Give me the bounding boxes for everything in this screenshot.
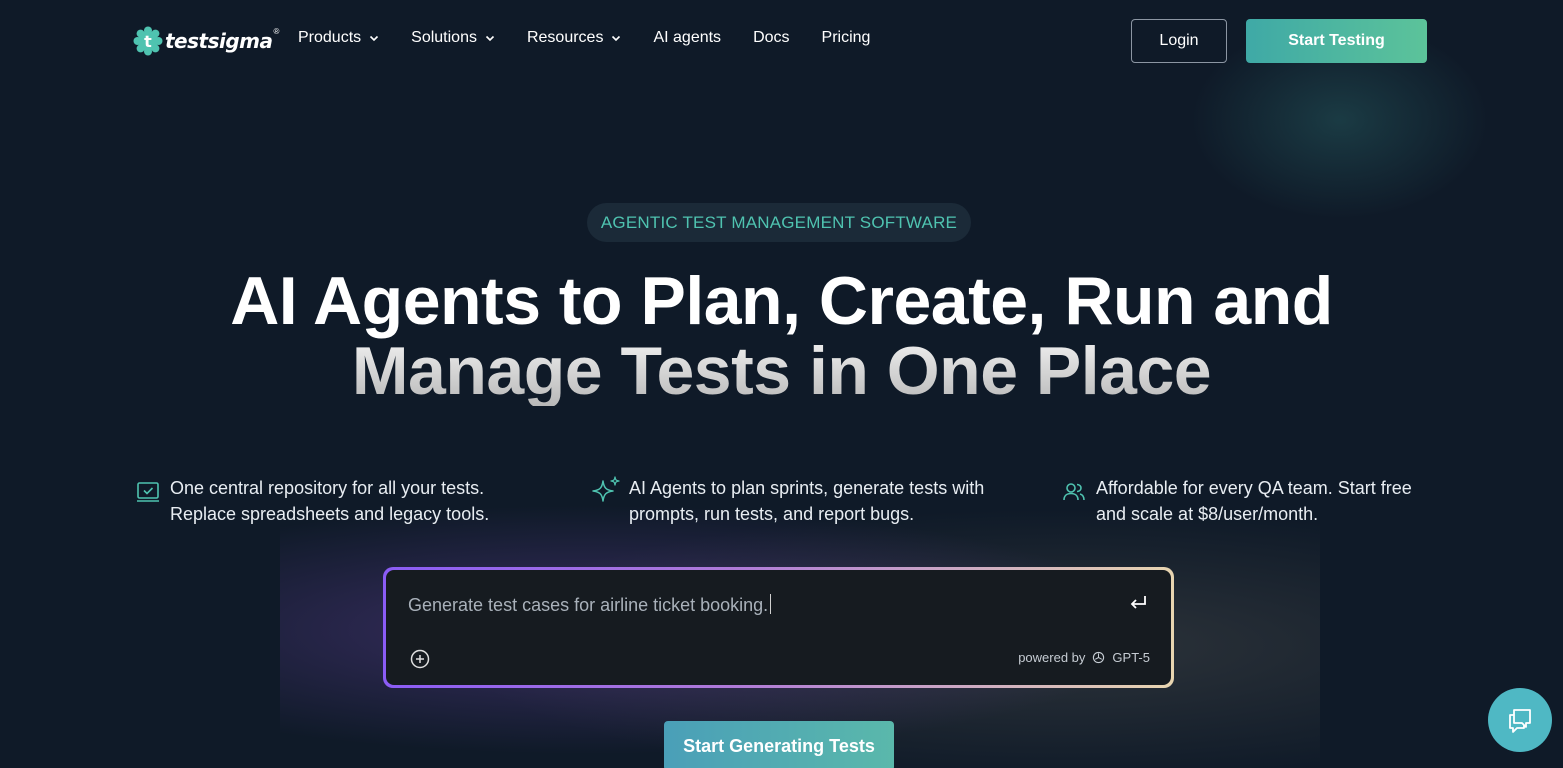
- nav-item-label: AI agents: [653, 29, 722, 46]
- feature-text-line: AI Agents to plan sprints, generate test…: [629, 478, 985, 498]
- top-navigation: t testsigma ® Products Solutions Resourc…: [0, 0, 1563, 82]
- powered-by-label: powered by: [1018, 650, 1086, 665]
- text-caret: [770, 594, 772, 614]
- nav-item-ai-agents[interactable]: AI agents: [653, 29, 721, 47]
- main-menu: Products Solutions Resources AI agents D…: [298, 29, 870, 47]
- powered-by: powered by GPT-5: [1018, 650, 1150, 665]
- feature-repository: One central repository for all your test…: [135, 475, 555, 527]
- openai-icon: [1093, 651, 1105, 664]
- model-name: GPT-5: [1112, 650, 1150, 665]
- chat-launcher-button[interactable]: [1488, 688, 1552, 752]
- users-icon: [1063, 483, 1085, 501]
- brand-logo[interactable]: t testsigma ®: [133, 25, 279, 57]
- nav-item-pricing[interactable]: Pricing: [822, 29, 871, 47]
- chat-icon: [1509, 709, 1531, 733]
- login-button[interactable]: Login: [1131, 19, 1227, 63]
- svg-text:t: t: [144, 32, 152, 51]
- nav-item-label: Solutions: [411, 29, 477, 46]
- enter-icon[interactable]: [1127, 592, 1149, 614]
- prompt-input-value: Generate test cases for airline ticket b…: [408, 595, 769, 615]
- feature-text-line: prompts, run tests, and report bugs.: [629, 504, 915, 524]
- testsigma-logo-icon: t: [133, 26, 163, 56]
- chevron-down-icon: [370, 35, 379, 42]
- checked-monitor-icon: [137, 482, 159, 502]
- feature-text-line: Affordable for every QA team. Start free: [1096, 478, 1412, 498]
- feature-text-line: and scale at $8/user/month.: [1096, 504, 1319, 524]
- start-generating-tests-button[interactable]: Start Generating Tests: [664, 721, 894, 768]
- feature-text-line: Replace spreadsheets and legacy tools.: [170, 504, 490, 524]
- add-attachment-icon[interactable]: [409, 648, 431, 670]
- start-testing-button[interactable]: Start Testing: [1246, 19, 1427, 63]
- sparkle-icon: [592, 476, 620, 502]
- nav-item-solutions[interactable]: Solutions: [411, 29, 495, 47]
- feature-affordable: Affordable for every QA team. Start free…: [1061, 475, 1461, 527]
- brand-name: testsigma: [165, 29, 273, 53]
- nav-item-resources[interactable]: Resources: [527, 29, 621, 47]
- nav-item-label: Resources: [526, 29, 604, 46]
- headline-line-2: Manage Tests in One Place: [0, 336, 1563, 406]
- feature-text-line: One central repository for all your test…: [170, 478, 485, 498]
- chevron-down-icon: [485, 35, 495, 42]
- prompt-input-area[interactable]: Generate test cases for airline ticket b…: [386, 570, 1171, 685]
- nav-item-products[interactable]: Products: [298, 29, 379, 47]
- headline-line-1: AI Agents to Plan, Create, Run and: [230, 263, 1333, 339]
- hero-badge: AGENTIC TEST MANAGEMENT SOFTWARE: [587, 203, 971, 242]
- hero-headline: AI Agents to Plan, Create, Run and Manag…: [0, 266, 1563, 406]
- nav-item-docs[interactable]: Docs: [753, 29, 789, 47]
- prompt-input[interactable]: Generate test cases for airline ticket b…: [408, 594, 772, 616]
- nav-item-label: Pricing: [821, 29, 871, 46]
- feature-ai-agents: AI Agents to plan sprints, generate test…: [590, 475, 1030, 527]
- nav-item-label: Products: [298, 29, 362, 46]
- nav-item-label: Docs: [753, 29, 790, 46]
- chevron-down-icon: [612, 35, 621, 42]
- prompt-box: Generate test cases for airline ticket b…: [383, 567, 1174, 688]
- registered-mark: ®: [273, 27, 280, 36]
